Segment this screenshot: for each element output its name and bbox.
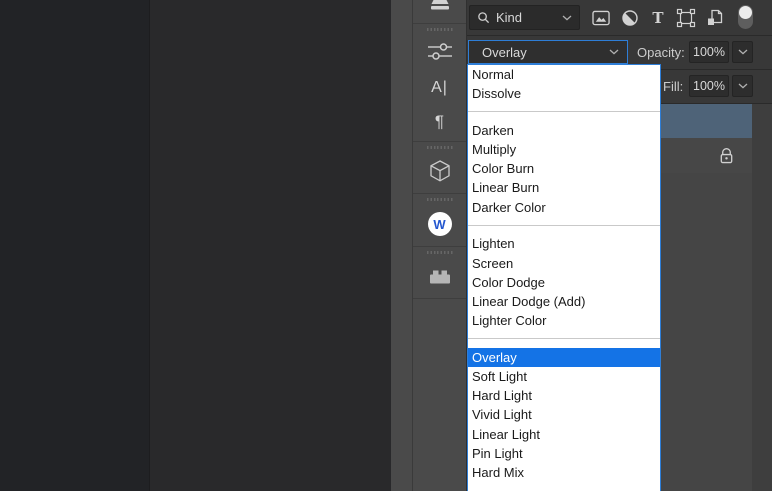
- type-filter-icon[interactable]: T: [646, 6, 670, 30]
- dock-group-gripper[interactable]: [427, 251, 453, 254]
- search-icon: [478, 12, 490, 24]
- blend-mode-option[interactable]: Hard Mix: [468, 463, 660, 482]
- canvas-area-right: [151, 0, 391, 491]
- layer-filter-kind-dropdown[interactable]: Kind: [469, 5, 580, 30]
- blend-mode-option[interactable]: Linear Burn: [468, 178, 660, 197]
- w-plugin-badge: W: [427, 212, 452, 236]
- blend-mode-option[interactable]: Linear Light: [468, 425, 660, 444]
- adjustment-filter-icon[interactable]: [618, 6, 642, 30]
- photoshop-workspace: A| ¶ W Kind T Opacity: 100% Fill: 100% O…: [0, 0, 772, 491]
- clone-stamp-icon[interactable]: [413, 0, 466, 22]
- blend-mode-option[interactable]: Darken: [468, 121, 660, 140]
- blend-mode-option[interactable]: Lighten: [468, 234, 660, 253]
- chevron-down-icon: [562, 15, 572, 20]
- shape-filter-icon[interactable]: [674, 6, 698, 30]
- chevron-down-icon: [738, 49, 747, 55]
- cube-3d-icon[interactable]: [413, 158, 466, 184]
- blend-mode-select[interactable]: Overlay: [468, 40, 628, 64]
- panel-separator: [467, 35, 772, 36]
- layers-scrollbar-gutter: [752, 104, 772, 491]
- sliders-icon[interactable]: [413, 43, 466, 61]
- character-panel-icon[interactable]: A|: [413, 78, 466, 98]
- fill-value-field[interactable]: 100%: [689, 75, 729, 97]
- canvas-area-left: [0, 0, 150, 491]
- blend-mode-option[interactable]: Dissolve: [468, 84, 660, 103]
- smart-object-filter-icon[interactable]: [703, 6, 727, 30]
- chevron-down-icon: [738, 83, 747, 89]
- opacity-dropdown-button[interactable]: [732, 41, 753, 63]
- dock-divider: [413, 23, 466, 24]
- blend-mode-option[interactable]: Color Dodge: [468, 273, 660, 292]
- blend-mode-option[interactable]: Darker Color: [468, 198, 660, 217]
- dock-group-gripper[interactable]: [427, 28, 453, 31]
- panel-icon-dock: A| ¶ W: [413, 0, 467, 491]
- opacity-value-field[interactable]: 100%: [689, 41, 729, 63]
- panel-dock-gutter: [391, 0, 413, 491]
- fill-dropdown-button[interactable]: [732, 75, 753, 97]
- dropdown-separator: [468, 217, 660, 235]
- dock-divider: [413, 246, 466, 247]
- w-plugin-icon[interactable]: W: [413, 212, 466, 236]
- toggle-knob: [739, 6, 752, 19]
- picture-filter-icon[interactable]: [589, 6, 613, 30]
- fill-label[interactable]: Fill:: [663, 70, 683, 103]
- blend-mode-current: Overlay: [482, 44, 527, 60]
- blend-mode-option[interactable]: Hard Light: [468, 386, 660, 405]
- plugins-brick-icon[interactable]: [413, 267, 466, 285]
- blend-mode-option[interactable]: Screen: [468, 254, 660, 273]
- filter-toggle-switch[interactable]: [738, 5, 754, 30]
- blend-mode-option[interactable]: Color Burn: [468, 159, 660, 178]
- blend-mode-option[interactable]: Pin Light: [468, 444, 660, 463]
- kind-label: Kind: [496, 10, 523, 25]
- blend-mode-option[interactable]: Lighter Color: [468, 311, 660, 330]
- blend-mode-option[interactable]: Multiply: [468, 140, 660, 159]
- blend-mode-option[interactable]: Normal: [468, 65, 660, 84]
- chevron-down-icon: [609, 49, 619, 55]
- lock-icon[interactable]: [718, 146, 735, 165]
- dock-divider: [413, 298, 466, 299]
- dropdown-separator: [468, 330, 660, 348]
- blend-mode-dropdown-list: Normal Dissolve Darken Multiply Color Burn Li…: [467, 64, 661, 491]
- blend-mode-option[interactable]: Overlay: [468, 347, 660, 367]
- dock-divider: [413, 193, 466, 194]
- blend-mode-option[interactable]: Linear Dodge (Add): [468, 292, 660, 311]
- dropdown-separator: [468, 103, 660, 121]
- dock-group-gripper[interactable]: [427, 198, 453, 201]
- blend-mode-option[interactable]: Soft Light: [468, 367, 660, 386]
- paragraph-panel-icon[interactable]: ¶: [413, 112, 466, 132]
- dock-divider: [413, 141, 466, 142]
- dock-group-gripper[interactable]: [427, 146, 453, 149]
- blend-mode-option[interactable]: Vivid Light: [468, 405, 660, 424]
